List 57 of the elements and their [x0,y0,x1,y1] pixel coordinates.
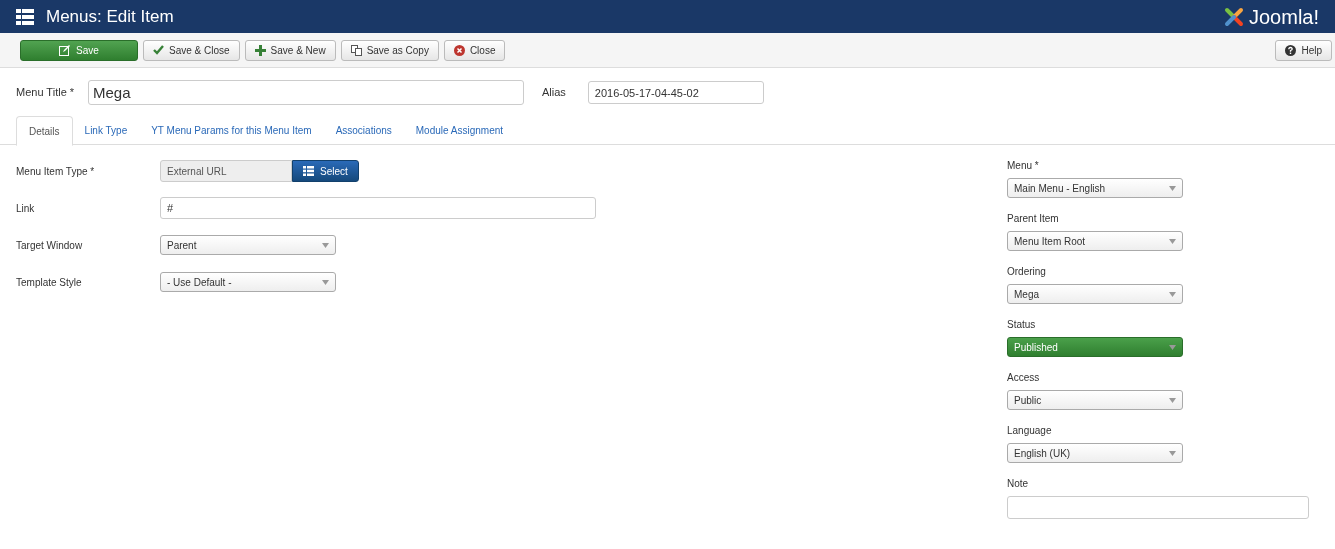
field-label: Language [1007,425,1053,437]
caret-icon [1169,397,1176,403]
caret-icon [1169,238,1176,244]
select-dropdown[interactable]: English (UK) [1007,443,1183,463]
field-label: Ordering [1007,266,1047,278]
list-icon [303,166,315,176]
select-dropdown[interactable]: Published [1007,337,1183,357]
text-input[interactable]: # [160,197,596,219]
field-label: Menu Item Type * [16,164,96,179]
select-dropdown[interactable]: Parent [160,235,336,255]
caret-icon [1169,185,1176,191]
type-display: External URL [160,160,292,182]
copy-icon [350,44,362,56]
plus-icon [254,44,266,56]
field-label: Parent Item [1007,213,1060,225]
toolbar-button[interactable]: Save & Close [143,39,240,61]
tab[interactable]: Link Type [72,116,140,145]
caret-icon [322,242,329,248]
check-icon [153,45,164,55]
field-label: Alias [542,85,566,101]
toolbar-button[interactable]: Close [443,39,506,61]
tab[interactable]: YT Menu Params for this Menu Item [139,116,324,145]
help-icon [1285,44,1297,56]
tab[interactable]: Details [16,116,73,146]
close-icon [453,44,465,56]
select-dropdown[interactable]: Mega [1007,284,1183,304]
field-label: Status [1007,319,1037,331]
help-button[interactable]: Help [1275,39,1332,61]
alias-input[interactable]: 2016-05-17-04-45-02 [587,81,764,104]
select-button[interactable]: Select [292,160,359,182]
field-label: Menu * [1007,160,1040,172]
field-label: Note [1007,478,1030,490]
field-label: Template Style [16,275,83,290]
select-dropdown[interactable]: Public [1007,390,1183,410]
select-dropdown[interactable]: Main Menu - English [1007,178,1183,198]
toolbar-button[interactable]: Save & New [244,39,336,61]
caret-icon [1169,291,1176,297]
tab[interactable]: Associations [323,116,404,145]
edit-icon [59,44,71,56]
caret-icon [1169,344,1176,350]
title-input[interactable]: Mega [88,80,524,105]
field-label: Target Window [16,238,84,253]
list-icon [16,8,34,25]
field-label: Link [16,201,36,216]
text-input[interactable] [1007,496,1309,519]
save-button[interactable]: Save [20,39,138,61]
logo-icon [1222,5,1245,28]
caret-icon [1169,450,1176,456]
select-dropdown[interactable]: - Use Default - [160,272,336,292]
page-title: Menus: Edit Item [46,5,174,28]
toolbar-button[interactable]: Save as Copy [340,39,439,61]
logo-text: Joomla! [1248,4,1319,30]
caret-icon [322,279,329,285]
field-label: Menu Title * [16,85,76,101]
tab[interactable]: Module Assignment [403,116,516,145]
select-dropdown[interactable]: Menu Item Root [1007,231,1183,251]
field-label: Access [1007,372,1041,384]
